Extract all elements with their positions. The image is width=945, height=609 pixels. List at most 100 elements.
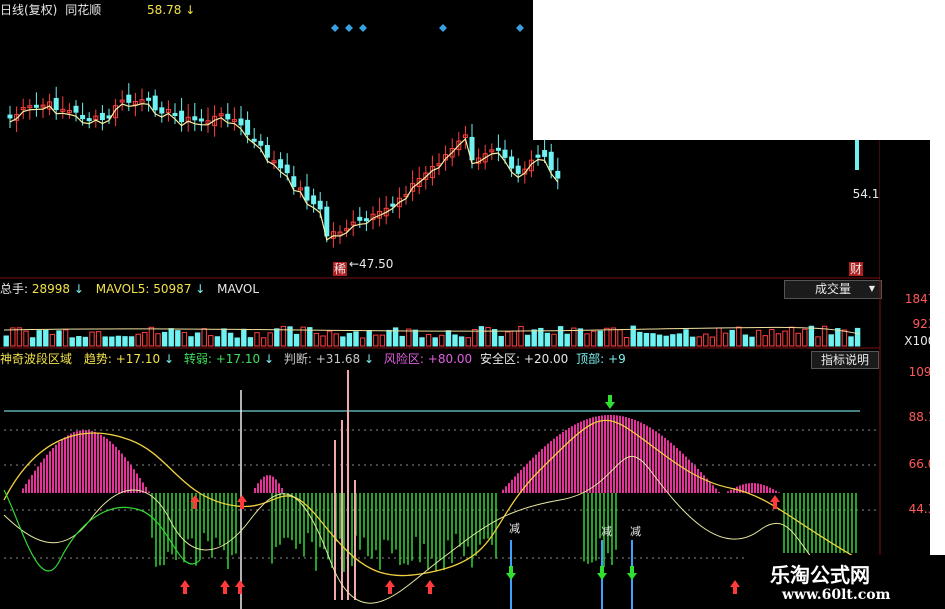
reduce-mark: 减 <box>601 525 612 538</box>
weak-line <box>3 489 201 572</box>
volume-bar <box>379 334 386 347</box>
candle-body <box>278 159 284 169</box>
volume-bar <box>62 329 69 347</box>
volume-bar <box>656 334 663 347</box>
candle-body <box>179 110 185 123</box>
volume-bar <box>544 332 551 347</box>
watermark-name: 乐淘公式网 <box>770 563 870 587</box>
volume-bar <box>247 337 254 347</box>
volume-bar <box>188 336 194 347</box>
volume-bar <box>597 330 603 347</box>
candle-body <box>542 150 548 157</box>
volume-bar <box>775 333 782 347</box>
volume-bar <box>181 331 188 347</box>
candle-body <box>251 138 257 142</box>
volume-bar <box>102 336 108 347</box>
volume-bar <box>43 329 49 347</box>
volume-bar <box>293 333 300 347</box>
volume-bar <box>769 328 775 347</box>
volume-bar <box>742 334 749 347</box>
volume-bar <box>650 333 656 347</box>
volume-bar <box>419 337 425 347</box>
volume-bar <box>175 330 181 347</box>
volume-bar <box>267 332 273 347</box>
volume-bar <box>458 336 465 347</box>
candle-body <box>548 151 554 171</box>
volume-bar <box>406 328 412 347</box>
candle-body <box>535 154 541 158</box>
candle-body <box>53 97 59 111</box>
candle-body <box>311 195 317 205</box>
volume-bar <box>584 333 590 347</box>
volume-bar <box>551 333 557 347</box>
volume-bar <box>313 332 320 347</box>
signal-diamond-icon <box>331 24 339 32</box>
volume-bar <box>241 328 247 347</box>
candle-body <box>509 156 515 169</box>
candle-body <box>99 112 105 121</box>
buy-arrow-icon <box>385 580 395 594</box>
volume-bar <box>201 328 207 347</box>
chart-canvas <box>0 0 945 609</box>
volume-bar <box>835 328 841 347</box>
volume-bar <box>749 336 755 347</box>
sell-arrow-icon <box>605 395 615 409</box>
candle-body <box>515 165 521 174</box>
sell-arrow-icon <box>597 566 607 580</box>
volume-bar <box>353 331 359 347</box>
volume-bar <box>260 337 267 347</box>
buy-arrow-icon <box>770 495 780 509</box>
volume-bar <box>155 333 161 347</box>
candle-body <box>7 114 13 119</box>
volume-bar <box>56 330 62 347</box>
volume-bar <box>623 336 630 347</box>
candle-body <box>172 112 178 116</box>
sell-arrow-icon <box>506 566 516 580</box>
candle-body <box>555 170 561 179</box>
volume-bar <box>254 332 260 347</box>
volume-bar <box>716 327 722 347</box>
volume-bar <box>762 335 768 347</box>
signal-diamond-icon <box>516 24 524 32</box>
candle-body <box>357 216 363 221</box>
chart-window: 日线(复权) 同花顺 58.78 ↓ 54.10 稀 ←47.50 财 总手: … <box>0 0 945 609</box>
watermark: 乐淘公式网 www.60lt.com <box>748 555 945 609</box>
volume-bar <box>854 327 861 347</box>
candle-body <box>291 176 297 187</box>
volume-bar <box>399 335 405 347</box>
volume-bar <box>722 332 729 347</box>
volume-bar <box>815 336 821 347</box>
buy-arrow-icon <box>220 580 230 594</box>
volume-bar <box>82 336 89 347</box>
signal-diamond-icon <box>359 24 367 32</box>
candle-body <box>159 107 165 114</box>
volume-bar <box>366 330 372 347</box>
volume-bar <box>439 334 445 347</box>
blank-edge <box>930 140 945 609</box>
volume-bar <box>3 335 9 347</box>
volume-bar <box>802 328 808 347</box>
candle-body <box>86 118 92 122</box>
candle-body <box>258 140 264 146</box>
candle-body <box>317 200 323 210</box>
candle-body <box>363 218 369 222</box>
volume-bar <box>274 328 280 347</box>
candle-body <box>33 104 39 108</box>
volume-bar <box>557 326 564 347</box>
volume-bar <box>194 332 201 347</box>
buy-arrow-icon <box>425 580 435 594</box>
volume-bar <box>161 331 168 347</box>
volume-bar <box>122 336 128 347</box>
signal-diamond-icon <box>345 24 353 32</box>
volume-bar <box>412 329 419 347</box>
volume-bar <box>696 336 702 347</box>
candle-body <box>192 116 198 121</box>
signal-diamond-icon <box>439 24 447 32</box>
volume-bar <box>465 337 471 347</box>
volume-bar <box>709 336 716 347</box>
volume-bar <box>795 332 801 347</box>
volume-bar <box>676 333 683 347</box>
volume-bar <box>577 328 584 347</box>
volume-bar <box>142 331 148 347</box>
watermark-url: www.60lt.com <box>782 587 891 603</box>
